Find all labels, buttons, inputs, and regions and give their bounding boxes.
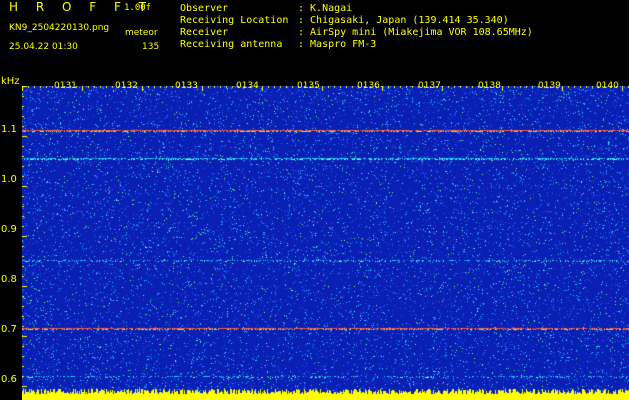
y-tick-label: 0.7 [1,324,17,335]
y-axis-unit: kHz [1,76,20,87]
location-value: : Chigasaki, Japan (139.414 35.340) [298,15,509,26]
y-tick-label: 0.8 [1,274,17,285]
y-tick-label: 0.6 [1,374,17,385]
antenna-value: : Maspro FM-3 [298,39,377,50]
antenna-label: Receiving antenna [180,39,283,50]
receiver-value: : AirSpy mini (Miakejima VOR 108.65MHz) [298,27,533,38]
x-tick-label: 0139 [538,81,561,91]
header-panel: H R O F F T 1.00f KN9_2504220130.png met… [0,0,629,76]
spectrogram-panel: kHz 1.1 1.0 0.9 0.8 0.7 0.6 0131 0132 01… [0,76,629,400]
y-tick-label: 0.9 [1,224,17,235]
meteor-label: meteor [125,28,158,38]
observer-value: : K.Nagai [298,3,353,14]
x-tick-label: 0132 [115,81,138,91]
observer-label: Observer [180,3,229,14]
x-tick-label: 0135 [297,81,320,91]
x-tick-label: 0138 [478,81,501,91]
y-tick-label: 1.0 [1,174,17,185]
image-filename: KN9_2504220130.png [9,23,110,33]
x-tick-label: 0136 [357,81,380,91]
x-tick-label: 0134 [236,81,259,91]
observation-datetime: 25.04.22 01:30 [9,42,78,52]
x-tick-label: 0137 [418,81,441,91]
y-tick-label: 1.1 [1,124,17,135]
receiver-label: Receiver [180,27,229,38]
x-tick-label: 0140 [596,81,619,91]
x-tick-label: 0133 [175,81,198,91]
meteor-count: 135 [142,42,160,52]
x-tick-label: 0131 [54,81,77,91]
location-label: Receiving Location [180,15,289,26]
waterfall-spectrogram[interactable] [22,86,629,400]
app-version: 1.00f [124,3,152,13]
